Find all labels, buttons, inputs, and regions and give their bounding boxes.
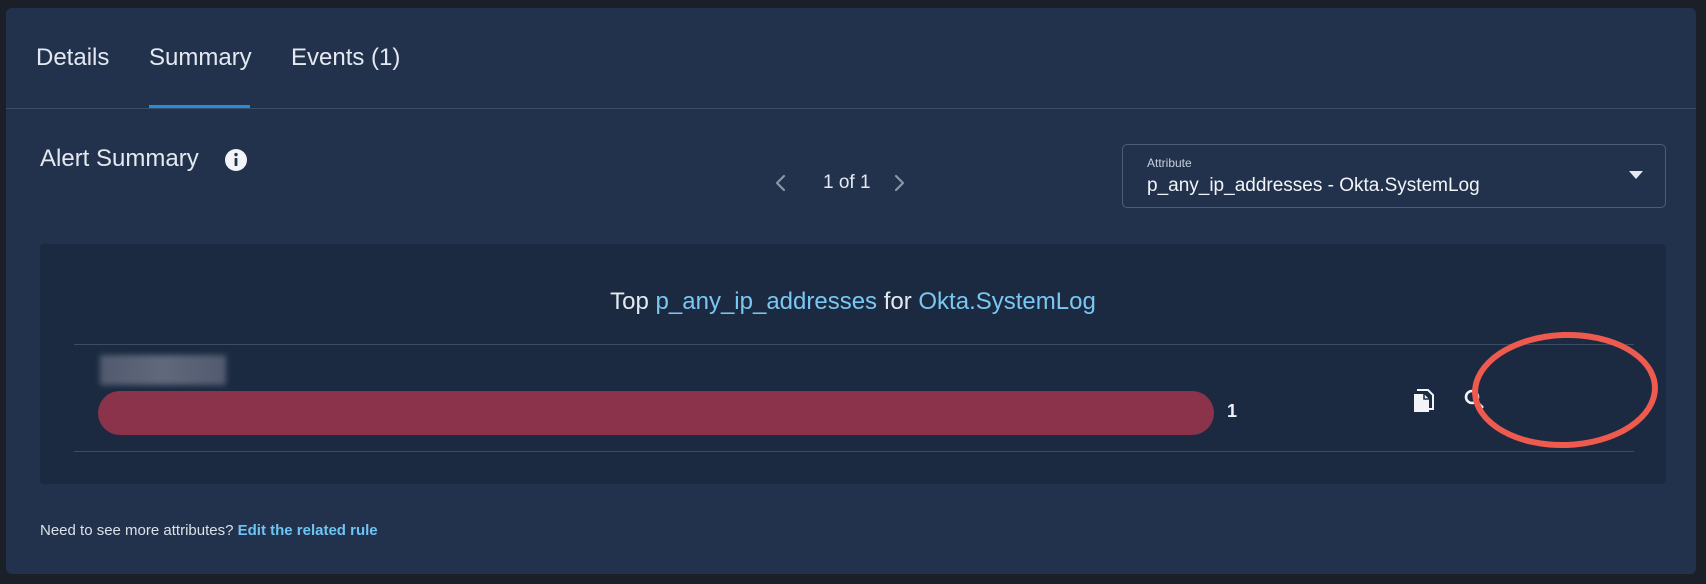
attribute-select-value: p_any_ip_addresses - Okta.SystemLog (1147, 175, 1480, 196)
summary-card: Top p_any_ip_addresses for Okta.SystemLo… (40, 244, 1666, 484)
alert-panel: Details Summary Events (1) Alert Summary… (6, 8, 1696, 574)
edit-rule-link[interactable]: Edit the related rule (238, 522, 378, 539)
summary-row: 1 (74, 344, 1634, 452)
tab-details[interactable]: Details (36, 44, 109, 108)
attribute-select-label: Attribute (1147, 156, 1192, 170)
tab-summary[interactable]: Summary (149, 44, 252, 108)
summary-heading-attribute: p_any_ip_addresses (655, 288, 878, 315)
tab-bar: Details Summary Events (1) (6, 8, 1696, 109)
summary-heading-middle: for (877, 288, 919, 315)
summary-heading-prefix: Top (610, 288, 656, 315)
chevron-right-icon[interactable] (884, 168, 914, 198)
caret-down-icon (1629, 171, 1643, 179)
bar-count: 1 (1227, 401, 1238, 421)
footer-note: Need to see more attributes? Edit the re… (40, 522, 378, 539)
attribute-select[interactable]: Attribute p_any_ip_addresses - Okta.Syst… (1122, 144, 1666, 208)
tab-events[interactable]: Events (1) (291, 44, 400, 108)
summary-heading: Top p_any_ip_addresses for Okta.SystemLo… (40, 288, 1666, 316)
bar-track (98, 391, 1214, 435)
footer-text: Need to see more attributes? (40, 522, 238, 539)
info-icon[interactable] (224, 148, 248, 172)
section-title: Alert Summary (40, 145, 199, 172)
count-bar (98, 391, 1214, 435)
copy-icon[interactable] (1408, 383, 1442, 417)
summary-heading-log-type: Okta.SystemLog (918, 288, 1096, 315)
redacted-value-label (100, 355, 226, 385)
pager-text: 1 of 1 (823, 172, 871, 193)
chevron-left-icon[interactable] (766, 168, 796, 198)
pager: 1 of 1 (766, 168, 946, 198)
